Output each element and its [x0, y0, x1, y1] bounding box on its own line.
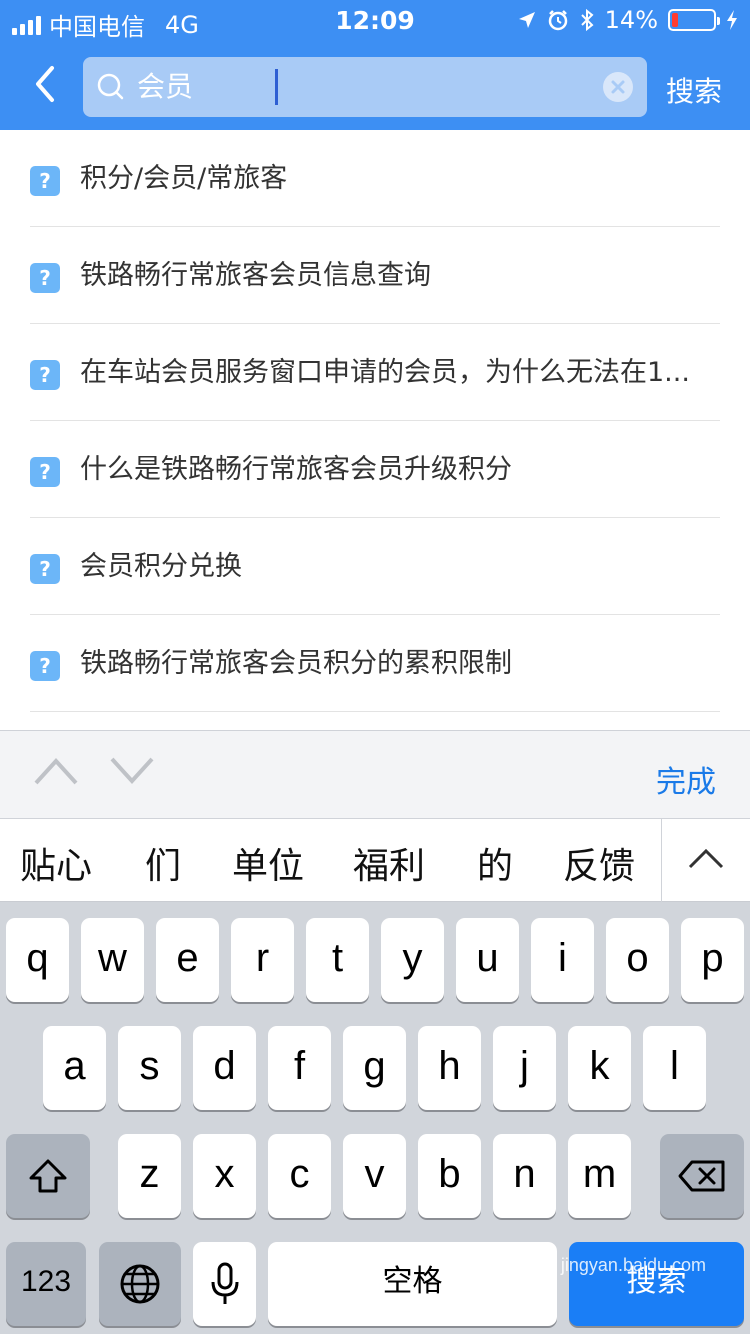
key-e[interactable]: e	[156, 918, 219, 1002]
list-item[interactable]: ? 铁路畅行常旅客会员信息查询	[30, 227, 720, 324]
key-s[interactable]: s	[118, 1026, 181, 1110]
result-title: 积分/会员/常旅客	[80, 163, 288, 194]
bluetooth-icon	[580, 8, 594, 32]
key-y[interactable]: y	[381, 918, 444, 1002]
search-input[interactable]: 会员	[83, 57, 647, 117]
alarm-icon	[548, 10, 567, 31]
key-m[interactable]: m	[568, 1134, 631, 1218]
previous-field-icon[interactable]	[34, 755, 78, 785]
list-item[interactable]: ? 铁路畅行常旅客会员积分的累积限制	[30, 615, 720, 712]
keyboard-accessory-bar: 完成	[0, 730, 750, 818]
battery-percent: 14%	[604, 6, 658, 34]
search-results-list: ? 积分/会员/常旅客 ? 铁路畅行常旅客会员信息查询 ? 在车站会员服务窗口申…	[0, 130, 750, 730]
location-icon	[518, 12, 535, 28]
key-w[interactable]: w	[81, 918, 144, 1002]
question-icon: ?	[30, 166, 60, 196]
key-k[interactable]: k	[568, 1026, 631, 1110]
candidate-word[interactable]: 们	[145, 837, 181, 889]
question-icon: ?	[30, 457, 60, 487]
list-item[interactable]: ? 什么是铁路畅行常旅客会员升级积分	[30, 421, 720, 518]
search-query-text: 会员	[137, 70, 194, 103]
app-header: 中国电信 4G 12:09 14% 会员 搜索	[0, 0, 750, 130]
result-title: 铁路畅行常旅客会员积分的累积限制	[80, 648, 512, 679]
key-j[interactable]: j	[493, 1026, 556, 1110]
key-u[interactable]: u	[456, 918, 519, 1002]
search-button[interactable]: 搜索	[666, 70, 722, 110]
key-o[interactable]: o	[606, 918, 669, 1002]
question-icon: ?	[30, 360, 60, 390]
candidate-word[interactable]: 反馈	[563, 837, 635, 889]
text-caret	[275, 69, 278, 105]
key-p[interactable]: p	[681, 918, 744, 1002]
key-i[interactable]: i	[531, 918, 594, 1002]
result-title: 什么是铁路畅行常旅客会员升级积分	[80, 454, 512, 485]
key-h[interactable]: h	[418, 1026, 481, 1110]
list-item[interactable]: ? 积分/会员/常旅客	[30, 130, 720, 227]
result-title: 在车站会员服务窗口申请的会员，为什么无法在1...	[80, 357, 690, 388]
key-q[interactable]: q	[6, 918, 69, 1002]
key-d[interactable]: d	[193, 1026, 256, 1110]
shift-icon	[29, 1159, 67, 1193]
candidate-word[interactable]: 单位	[232, 837, 304, 889]
result-title: 铁路畅行常旅客会员信息查询	[80, 260, 431, 291]
key-g[interactable]: g	[343, 1026, 406, 1110]
key-z[interactable]: z	[118, 1134, 181, 1218]
key-a[interactable]: a	[43, 1026, 106, 1110]
candidate-word[interactable]: 的	[477, 837, 513, 889]
list-item[interactable]: ? 在车站会员服务窗口申请的会员，为什么无法在1...	[30, 324, 720, 421]
key-l[interactable]: l	[643, 1026, 706, 1110]
back-chevron-icon[interactable]	[30, 64, 62, 104]
clear-icon[interactable]	[603, 72, 633, 102]
question-icon: ?	[30, 651, 60, 681]
key-v[interactable]: v	[343, 1134, 406, 1218]
candidate-word[interactable]: 福利	[353, 837, 425, 889]
list-item[interactable]: ? 会员积分兑换	[30, 518, 720, 615]
candidate-word[interactable]: 贴心	[20, 837, 92, 889]
battery-icon	[668, 9, 720, 31]
key-f[interactable]: f	[268, 1026, 331, 1110]
delete-key[interactable]	[660, 1134, 744, 1218]
key-c[interactable]: c	[268, 1134, 331, 1218]
result-title: 会员积分兑换	[80, 551, 242, 582]
question-icon: ?	[30, 263, 60, 293]
backspace-icon	[678, 1160, 725, 1192]
chevron-up-icon	[688, 848, 724, 869]
next-field-icon[interactable]	[110, 755, 154, 785]
ime-candidate-bar: 贴心 们 单位 福利 的 反馈	[0, 818, 750, 903]
watermark: jingyan.baidu.com	[560, 1255, 706, 1275]
question-icon: ?	[30, 554, 60, 584]
shift-key[interactable]	[6, 1134, 90, 1218]
dictation-key[interactable]	[193, 1242, 256, 1326]
status-bar: 中国电信 4G 12:09 14%	[0, 0, 750, 41]
charging-icon	[727, 10, 737, 30]
key-n[interactable]: n	[493, 1134, 556, 1218]
microphone-icon	[211, 1262, 239, 1304]
space-key[interactable]: 空格	[268, 1242, 557, 1326]
key-x[interactable]: x	[193, 1134, 256, 1218]
key-t[interactable]: t	[306, 918, 369, 1002]
globe-key[interactable]	[99, 1242, 181, 1326]
key-r[interactable]: r	[231, 918, 294, 1002]
key-b[interactable]: b	[418, 1134, 481, 1218]
expand-candidates-button[interactable]	[661, 819, 750, 903]
search-icon	[97, 73, 124, 100]
numbers-key[interactable]: 123	[6, 1242, 86, 1326]
done-button[interactable]: 完成	[656, 757, 716, 801]
globe-icon	[120, 1264, 160, 1304]
